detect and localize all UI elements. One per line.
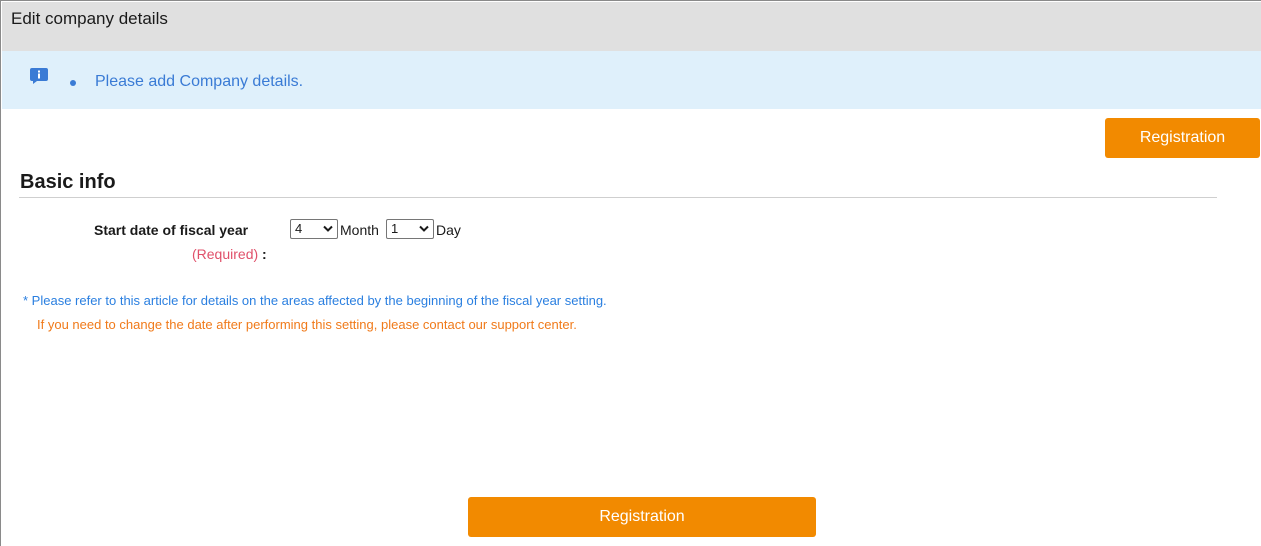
day-select-value: 1: [391, 221, 399, 236]
required-text: (Required): [192, 246, 259, 262]
section-title: Basic info: [20, 171, 116, 193]
chevron-down-icon: [419, 225, 429, 232]
chevron-down-icon: [323, 225, 333, 232]
month-select-value: 4: [295, 221, 303, 236]
day-select[interactable]: 1: [386, 219, 434, 239]
info-icon: [30, 68, 48, 84]
month-unit-label: Month: [340, 222, 379, 238]
fiscal-year-label: Start date of fiscal year: [94, 222, 249, 238]
label-colon: :: [262, 246, 267, 262]
page-frame: Edit company details Please add Company …: [0, 0, 1261, 546]
info-message: Please add Company details.: [95, 73, 304, 90]
month-select[interactable]: 4: [290, 219, 338, 239]
registration-button-top[interactable]: Registration: [1105, 118, 1260, 158]
page-title: Edit company details: [2, 2, 1261, 51]
day-unit-label: Day: [436, 222, 461, 238]
bullet-dot: [70, 80, 76, 86]
section-divider: [19, 197, 1217, 198]
support-contact-note: If you need to change the date after per…: [37, 317, 577, 332]
info-banner: Please add Company details.: [2, 51, 1261, 109]
required-indicator: (Required) :: [192, 244, 267, 264]
registration-button-bottom[interactable]: Registration: [468, 497, 816, 537]
fiscal-year-reference-note[interactable]: * Please refer to this article for detai…: [23, 292, 607, 310]
